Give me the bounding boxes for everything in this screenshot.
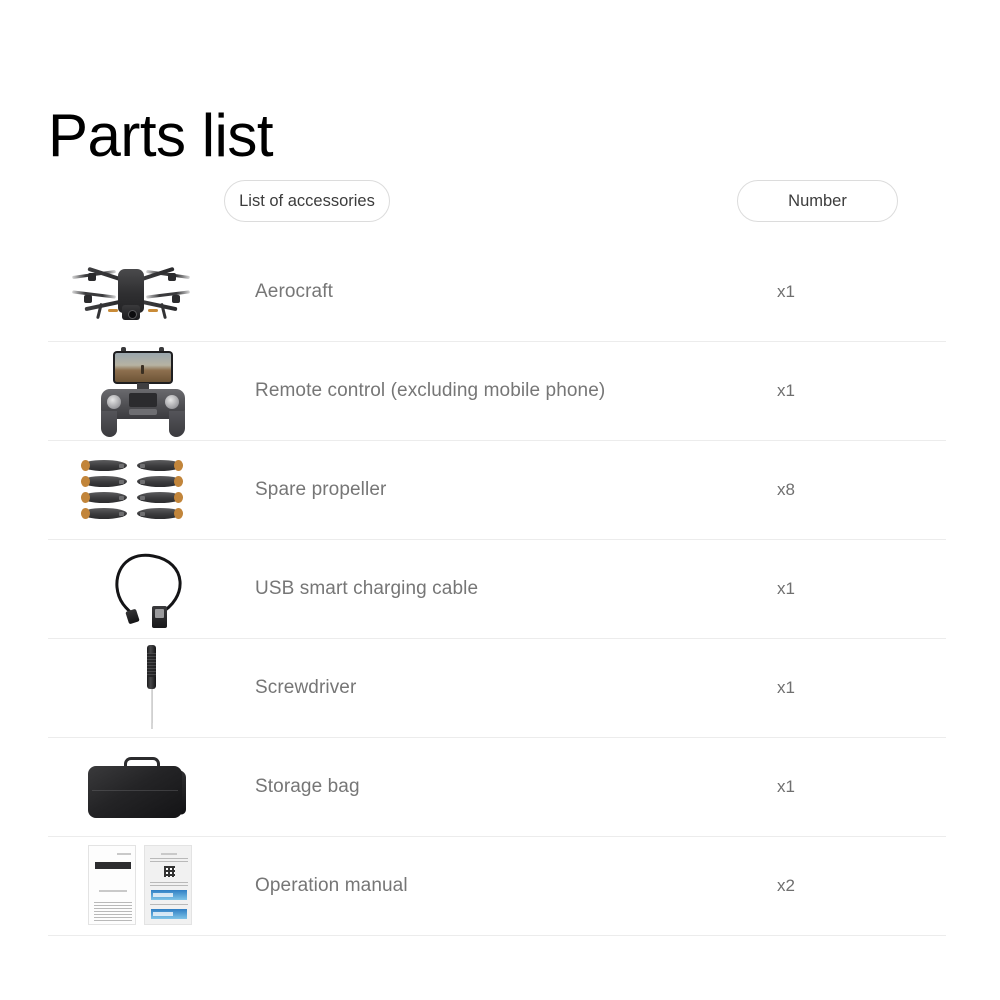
table-row: Aerocraft x1 (48, 243, 946, 342)
usb-cable-illustration (103, 548, 199, 630)
row-label: Storage bag (255, 776, 360, 797)
accessories-column-header[interactable]: List of accessories (224, 180, 390, 222)
row-quantity: x1 (777, 282, 795, 301)
parts-table: Aerocraft x1 Remote control (excluding m… (48, 243, 946, 936)
row-label: Operation manual (255, 875, 408, 896)
phone-screen-preview (115, 353, 171, 382)
drone-accent-left (108, 309, 118, 312)
usb-cable-image (48, 540, 255, 638)
drone-motor-front-right (168, 273, 176, 281)
remote-display (129, 393, 157, 407)
storage-bag-illustration (84, 754, 196, 822)
propeller-blade (81, 508, 127, 519)
row-quantity: x2 (777, 876, 795, 895)
row-thumbnail-cell (48, 738, 255, 836)
propeller-blade (137, 460, 183, 471)
screwdriver-shaft (150, 689, 153, 723)
remote-control-illustration (93, 347, 193, 437)
propeller-blade (81, 460, 127, 471)
table-row: Storage bag x1 (48, 738, 946, 837)
manual-inner-page (144, 845, 192, 925)
drone-accent-right (148, 309, 158, 312)
row-label: USB smart charging cable (255, 578, 479, 599)
storage-bag-shell (88, 766, 182, 818)
manual-qr-code-icon (164, 866, 175, 877)
remote-control-image (48, 342, 255, 440)
remote-grip-right (169, 411, 185, 437)
row-label: Remote control (excluding mobile phone) (255, 380, 606, 401)
manual-figure (151, 909, 187, 919)
parts-list-page: Parts list List of accessories Number Ae… (0, 0, 1000, 1000)
remote-grip-left (101, 411, 117, 437)
operation-manual-image (48, 837, 255, 935)
row-quantity: x8 (777, 480, 795, 499)
screwdriver-grip-texture (147, 653, 156, 677)
drone-motor-back-right (172, 295, 180, 303)
table-row: Spare propeller x8 (48, 441, 946, 540)
drone-propeller-back-right (145, 290, 191, 299)
accessories-column-header-label: List of accessories (239, 191, 375, 210)
number-column-header[interactable]: Number (737, 180, 898, 222)
row-quantity: x1 (777, 678, 795, 697)
usb-cable-loop (115, 553, 182, 618)
usb-a-connector (152, 606, 167, 628)
table-row: Operation manual x2 (48, 837, 946, 936)
row-label: Aerocraft (255, 281, 333, 302)
drone-illustration (71, 257, 191, 327)
drone-propeller-back-left (71, 290, 117, 299)
row-thumbnail-cell (48, 441, 255, 539)
row-thumbnail-cell (48, 540, 255, 638)
manual-title-block (95, 862, 131, 869)
table-header: List of accessories Number (48, 180, 946, 222)
table-row: USB smart charging cable x1 (48, 540, 946, 639)
number-column-header-label: Number (788, 191, 847, 210)
storage-bag-image (48, 738, 255, 836)
row-thumbnail-cell (48, 639, 255, 737)
mounted-phone (113, 351, 173, 384)
manual-cover-page (88, 845, 136, 925)
table-row: Screwdriver x1 (48, 639, 946, 738)
drone-image (48, 243, 255, 341)
propeller-blade (81, 476, 127, 487)
drone-motor-back-left (84, 295, 92, 303)
row-label: Screwdriver (255, 677, 357, 698)
propellers-illustration (81, 458, 191, 522)
drone-camera-lens-icon (128, 310, 137, 319)
row-thumbnail-cell (48, 342, 255, 440)
row-thumbnail-cell (48, 243, 255, 341)
propellers-image (48, 441, 255, 539)
remote-joystick-right (165, 395, 179, 409)
row-quantity: x1 (777, 777, 795, 796)
row-quantity: x1 (777, 579, 795, 598)
storage-bag-zipper (92, 790, 178, 791)
operation-manual-illustration (88, 845, 196, 927)
row-thumbnail-cell (48, 837, 255, 935)
drone-motor-front-left (88, 273, 96, 281)
propeller-blade (137, 492, 183, 503)
screwdriver-tip (150, 723, 153, 729)
row-quantity: x1 (777, 381, 795, 400)
propeller-blade (137, 476, 183, 487)
propeller-blade (137, 508, 183, 519)
remote-joystick-left (107, 395, 121, 409)
screwdriver-illustration (140, 645, 162, 731)
table-row: Remote control (excluding mobile phone) … (48, 342, 946, 441)
row-label: Spare propeller (255, 479, 387, 500)
screwdriver-image (48, 639, 255, 737)
propeller-blade (81, 492, 127, 503)
remote-button-bar (129, 409, 157, 415)
page-title: Parts list (48, 102, 274, 170)
manual-figure (151, 890, 187, 900)
